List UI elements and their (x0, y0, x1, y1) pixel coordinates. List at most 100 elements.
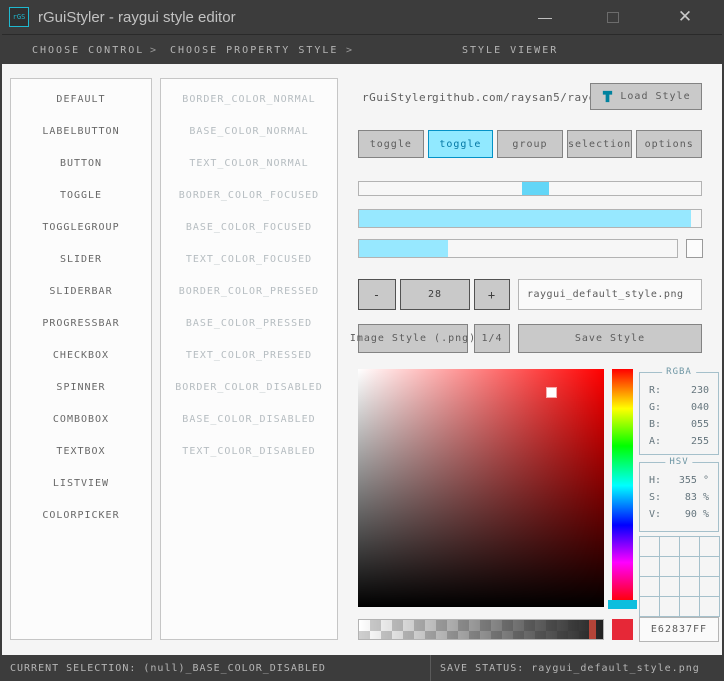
brand-label: rGuiStyler (362, 91, 434, 104)
spinner-plus-button[interactable]: + (474, 279, 510, 310)
filename-input[interactable]: raygui_default_style.png (518, 279, 702, 310)
control-item[interactable]: LABELBUTTON (11, 115, 151, 147)
rgba-label-r: R: (649, 385, 662, 396)
hsv-groupbox: HSV H: 355 ° S: 83 % V: 90 % (639, 457, 719, 532)
control-item[interactable]: SLIDERBAR (11, 275, 151, 307)
property-item[interactable]: BORDER_COLOR_NORMAL (161, 83, 337, 115)
color-sample-cell[interactable] (640, 537, 659, 556)
hue-cursor[interactable] (608, 600, 637, 609)
slider-bar-track[interactable] (358, 239, 678, 258)
color-sample-cell[interactable] (640, 577, 659, 596)
toggle-button[interactable]: toggle (358, 130, 424, 158)
save-style-button[interactable]: Save Style (518, 324, 702, 353)
controls-list: DEFAULT LABELBUTTON BUTTON TOGGLE TOGGLE… (10, 78, 152, 640)
slider-track[interactable] (358, 181, 702, 196)
control-item[interactable]: TOGGLEGROUP (11, 211, 151, 243)
load-style-button[interactable]: Load Style (590, 83, 702, 110)
slider-handle[interactable] (522, 182, 549, 195)
load-style-label: Load Style (620, 91, 691, 102)
section-bar: CHOOSE CONTROL > CHOOSE PROPERTY STYLE >… (2, 34, 722, 64)
control-item[interactable]: COMBOBOX (11, 403, 151, 435)
ratio-button[interactable]: 1/4 (474, 324, 510, 353)
control-item[interactable]: SLIDER (11, 243, 151, 275)
app-window: rGS rGuiStyler - raygui style editor — ✕… (0, 0, 724, 681)
maximize-button[interactable] (592, 0, 634, 34)
selected-color-swatch (612, 619, 633, 640)
color-sample-cell[interactable] (700, 557, 719, 576)
status-bar-divider (430, 655, 431, 681)
color-sample-cell[interactable] (660, 537, 679, 556)
close-button[interactable]: ✕ (664, 0, 706, 34)
property-item[interactable]: TEXT_COLOR_DISABLED (161, 435, 337, 467)
toggle-button-active[interactable]: toggle (427, 130, 494, 158)
rgba-label-g: G: (649, 402, 662, 413)
rgba-label-a: A: (649, 436, 662, 447)
title-bar: rGS rGuiStyler - raygui style editor — ✕ (2, 0, 722, 34)
toggle-button[interactable]: selection (566, 130, 633, 158)
minimize-button[interactable]: — (524, 0, 566, 34)
color-sample-cell[interactable] (700, 597, 719, 616)
control-item[interactable]: TOGGLE (11, 179, 151, 211)
spinner-minus-button[interactable]: - (358, 279, 396, 310)
app-logo-icon: rGS (9, 7, 29, 27)
rgba-title: RGBA (662, 367, 696, 377)
property-item[interactable]: BORDER_COLOR_FOCUSED (161, 179, 337, 211)
checkbox[interactable] (686, 239, 703, 258)
color-sample-cell[interactable] (640, 597, 659, 616)
control-item[interactable]: BUTTON (11, 147, 151, 179)
color-sample-cell[interactable] (700, 537, 719, 556)
control-item[interactable]: SPINNER (11, 371, 151, 403)
color-sample-cell[interactable] (680, 577, 699, 596)
color-picker-gradient[interactable] (358, 369, 604, 607)
hue-bar[interactable] (612, 369, 633, 602)
property-item[interactable]: TEXT_COLOR_NORMAL (161, 147, 337, 179)
property-item[interactable]: BASE_COLOR_PRESSED (161, 307, 337, 339)
repo-link[interactable]: github.com/raysan5/raygui (432, 91, 610, 104)
hex-value-input[interactable]: E62837FF (639, 617, 719, 642)
property-item[interactable]: BORDER_COLOR_PRESSED (161, 275, 337, 307)
control-item[interactable]: CHECKBOX (11, 339, 151, 371)
hsv-label-s: S: (649, 492, 662, 503)
alpha-bar[interactable] (358, 619, 604, 640)
color-sample-cell[interactable] (660, 577, 679, 596)
color-sample-cell[interactable] (660, 557, 679, 576)
control-item[interactable]: LISTVIEW (11, 467, 151, 499)
control-item[interactable]: DEFAULT (11, 83, 151, 115)
color-sample-grid (639, 536, 720, 617)
alpha-cursor[interactable] (589, 620, 596, 639)
rgba-row-b: B: 055 (640, 416, 718, 433)
property-item[interactable]: BASE_COLOR_DISABLED (161, 403, 337, 435)
toggle-button[interactable]: group (497, 130, 563, 158)
rgba-groupbox: RGBA R: 230 G: 040 B: 055 A: 255 (639, 367, 719, 455)
hsv-row-v: V: 90 % (640, 506, 718, 523)
color-sample-cell[interactable] (700, 577, 719, 596)
breadcrumb-separator: > (150, 44, 157, 56)
control-item[interactable]: COLORPICKER (11, 499, 151, 531)
rgba-row-g: G: 040 (640, 399, 718, 416)
property-item[interactable]: TEXT_COLOR_PRESSED (161, 339, 337, 371)
rgba-row-r: R: 230 (640, 382, 718, 399)
current-selection-status: CURRENT SELECTION: (null)_BASE_COLOR_DIS… (10, 662, 326, 674)
hsv-row-h: H: 355 ° (640, 472, 718, 489)
control-item[interactable]: TEXTBOX (11, 435, 151, 467)
load-style-icon (601, 90, 614, 103)
spinner-value[interactable]: 28 (400, 279, 470, 310)
section-choose-property-style: CHOOSE PROPERTY STYLE (170, 44, 339, 56)
color-sample-cell[interactable] (680, 537, 699, 556)
rgba-value-b: 055 (690, 419, 709, 430)
toggle-button[interactable]: options (636, 130, 702, 158)
property-item[interactable]: BORDER_COLOR_DISABLED (161, 371, 337, 403)
property-styles-list: BORDER_COLOR_NORMAL BASE_COLOR_NORMAL TE… (160, 78, 338, 640)
image-style-button[interactable]: Image Style (.png) (350, 324, 475, 353)
control-item[interactable]: PROGRESSBAR (11, 307, 151, 339)
progress-bar-fill (359, 210, 691, 227)
property-item[interactable]: BASE_COLOR_FOCUSED (161, 211, 337, 243)
color-sample-cell[interactable] (660, 597, 679, 616)
rgba-row-a: A: 255 (640, 433, 718, 450)
color-picker-cursor[interactable] (546, 387, 557, 398)
property-item[interactable]: TEXT_COLOR_FOCUSED (161, 243, 337, 275)
color-sample-cell[interactable] (640, 557, 659, 576)
property-item[interactable]: BASE_COLOR_NORMAL (161, 115, 337, 147)
color-sample-cell[interactable] (680, 597, 699, 616)
color-sample-cell[interactable] (680, 557, 699, 576)
